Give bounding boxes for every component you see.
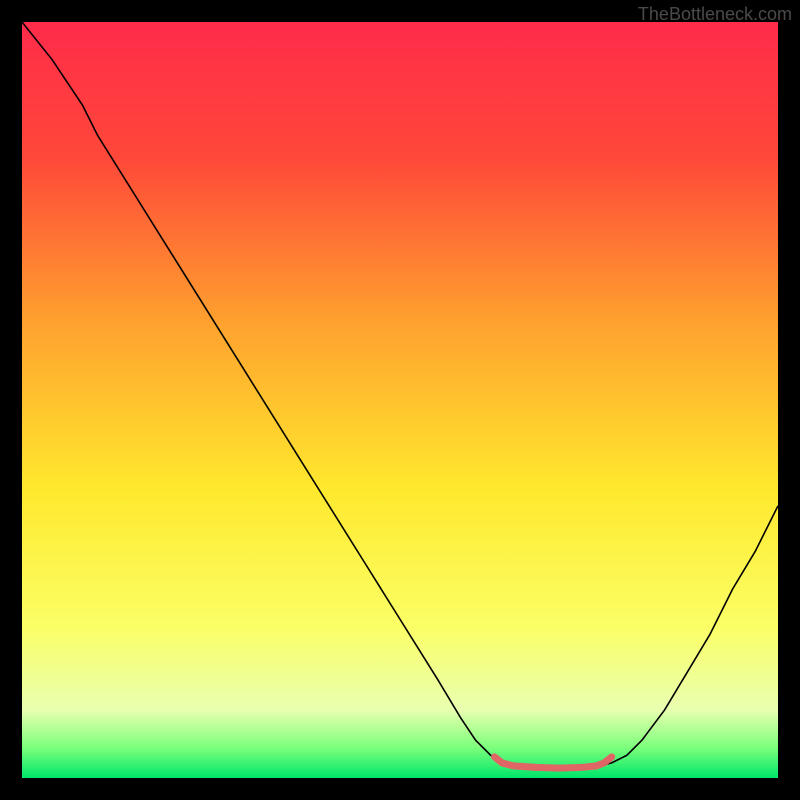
watermark-text: TheBottleneck.com — [638, 4, 792, 25]
bottleneck-chart — [22, 22, 778, 778]
chart-plot-area — [22, 22, 778, 778]
gradient-background — [22, 22, 778, 778]
